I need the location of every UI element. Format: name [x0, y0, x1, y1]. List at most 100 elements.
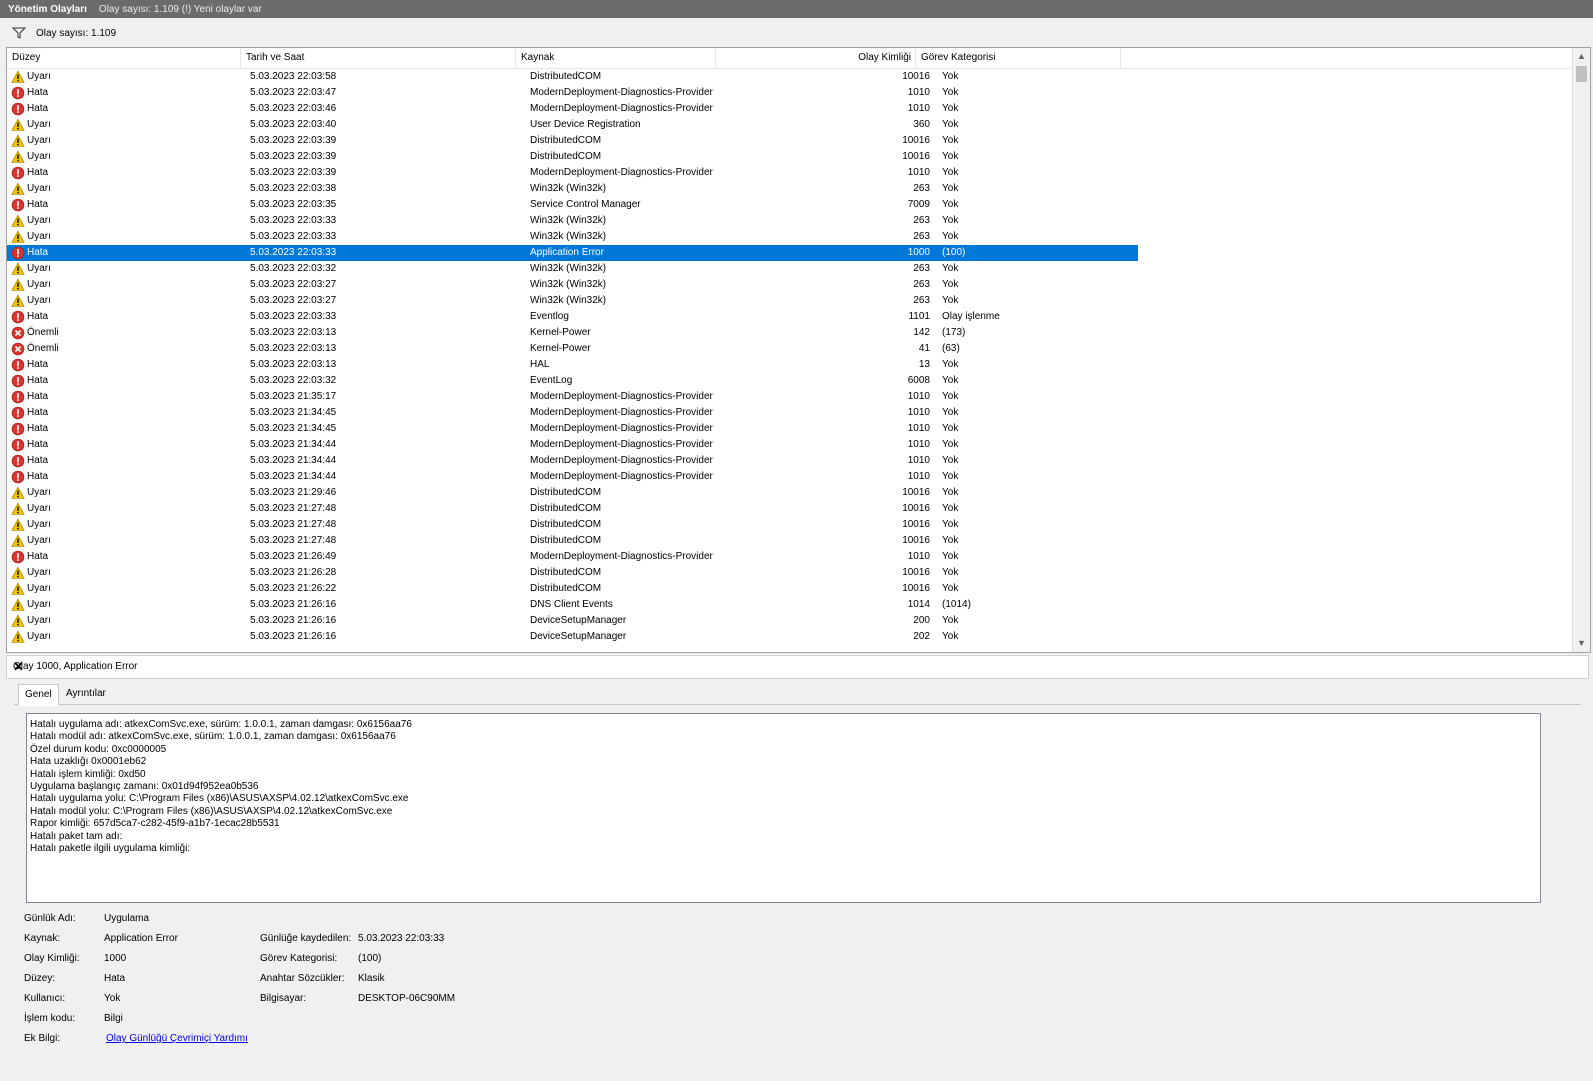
- tab-details[interactable]: Ayrıntılar: [60, 684, 112, 704]
- table-row[interactable]: Hata 5.03.2023 21:35:17 ModernDeployment-D…: [7, 389, 1572, 405]
- table-row[interactable]: Uyarı 5.03.2023 22:03:58 DistributedCOM 100…: [7, 69, 1572, 85]
- level-text: Hata: [27, 87, 49, 98]
- row-datetime: 5.03.2023 21:29:46: [250, 487, 337, 498]
- opcode-label: İşlem kodu:: [24, 1013, 76, 1024]
- filter-icon[interactable]: [12, 26, 26, 40]
- error-icon: [11, 390, 27, 404]
- table-row[interactable]: Hata 5.03.2023 21:34:44 ModernDeployment-D…: [7, 437, 1572, 453]
- table-row[interactable]: Hata 5.03.2023 22:03:33 Eventlog 1101 Olay i…: [7, 309, 1572, 325]
- row-level: Uyarı: [11, 501, 241, 517]
- table-row[interactable]: Uyarı 5.03.2023 21:26:16 DeviceSetupManage…: [7, 613, 1572, 629]
- table-row[interactable]: Hata 5.03.2023 22:03:39 ModernDeployment-D…: [7, 165, 1572, 181]
- warning-icon: [11, 518, 27, 532]
- table-row[interactable]: Uyarı 5.03.2023 22:03:27 Win32k (Win32k) 26…: [7, 293, 1572, 309]
- error-icon: [11, 246, 27, 260]
- table-row[interactable]: Uyarı 5.03.2023 21:26:22 DistributedCOM 100…: [7, 581, 1572, 597]
- description-line: Hatalı paket tam adı:: [30, 830, 123, 842]
- row-level: Uyarı: [11, 149, 241, 165]
- scroll-up-icon[interactable]: ▲: [1573, 48, 1590, 65]
- error-icon: [11, 374, 27, 388]
- warning-icon: [11, 134, 27, 148]
- row-datetime: 5.03.2023 22:03:32: [250, 375, 337, 386]
- row-level: Hata: [11, 437, 241, 453]
- level-text: Hata: [27, 247, 49, 258]
- warning-icon: [11, 182, 27, 196]
- critical-icon: [11, 342, 27, 356]
- row-source: ModernDeployment-Diagnostics-Provider: [530, 391, 713, 402]
- table-row[interactable]: Hata 5.03.2023 22:03:46 ModernDeployment-D…: [7, 101, 1572, 117]
- row-event-id: 10016: [902, 583, 930, 594]
- general-tab-panel: Hatalı uygulama adı: atkexComSvc.exe, sü…: [14, 704, 1581, 1081]
- row-source: Kernel-Power: [530, 343, 591, 354]
- table-row[interactable]: Hata 5.03.2023 21:34:44 ModernDeployment-D…: [7, 469, 1572, 485]
- table-row[interactable]: Uyarı 5.03.2023 21:27:48 DistributedCOM 100…: [7, 533, 1572, 549]
- row-datetime: 5.03.2023 21:34:44: [250, 471, 337, 482]
- row-datetime: 5.03.2023 21:34:45: [250, 423, 337, 434]
- event-detail-pane: Olay 1000, Application Error ✕ Genel Ayr…: [6, 655, 1589, 1081]
- level-text: Uyarı: [27, 279, 51, 290]
- table-row[interactable]: Hata 5.03.2023 21:34:45 ModernDeployment-D…: [7, 405, 1572, 421]
- column-source[interactable]: Kaynak: [516, 48, 716, 68]
- table-row[interactable]: Uyarı 5.03.2023 22:03:39 DistributedCOM 100…: [7, 149, 1572, 165]
- level-value: Hata: [104, 973, 126, 984]
- row-level: Önemli: [11, 341, 241, 357]
- warning-icon: [11, 502, 27, 516]
- table-row[interactable]: Hata 5.03.2023 21:34:45 ModernDeployment-D…: [7, 421, 1572, 437]
- close-icon[interactable]: ✕: [13, 659, 1580, 675]
- scroll-thumb[interactable]: [1576, 66, 1587, 82]
- table-row[interactable]: Önemli 5.03.2023 22:03:13 Kernel-Power 41 (6…: [7, 341, 1572, 357]
- warning-icon: [11, 262, 27, 276]
- level-text: Uyarı: [27, 215, 51, 226]
- warning-icon: [11, 582, 27, 596]
- online-help-link[interactable]: Olay Günlüğü Çevrimiçi Yardımı: [106, 1033, 248, 1044]
- column-level[interactable]: Düzey: [7, 48, 241, 68]
- table-row-selected[interactable]: Hata 5.03.2023 22:03:33 Application Error 1…: [7, 245, 1138, 261]
- table-row[interactable]: Uyarı 5.03.2023 22:03:38 Win32k (Win32k) 26…: [7, 181, 1572, 197]
- row-datetime: 5.03.2023 21:34:45: [250, 407, 337, 418]
- log-name-value: Uygulama: [104, 913, 150, 924]
- table-row[interactable]: Uyarı 5.03.2023 22:03:33 Win32k (Win32k) 26…: [7, 229, 1572, 245]
- level-text: Uyarı: [27, 183, 51, 194]
- column-task-category[interactable]: Görev Kategorisi: [916, 48, 1121, 68]
- table-row[interactable]: Hata 5.03.2023 22:03:13 HAL 13 Yok: [7, 357, 1572, 373]
- event-description[interactable]: Hatalı uygulama adı: atkexComSvc.exe, sü…: [26, 713, 1541, 903]
- table-row[interactable]: Hata 5.03.2023 21:26:49 ModernDeployment-D…: [7, 549, 1572, 565]
- table-row[interactable]: Uyarı 5.03.2023 22:03:32 Win32k (Win32k) 26…: [7, 261, 1572, 277]
- table-row[interactable]: Uyarı 5.03.2023 21:27:48 DistributedCOM 100…: [7, 517, 1572, 533]
- row-event-id: 263: [913, 295, 930, 306]
- table-row[interactable]: Hata 5.03.2023 22:03:35 Service Control Ma…: [7, 197, 1572, 213]
- row-event-id: 1101: [908, 311, 930, 322]
- table-row[interactable]: Önemli 5.03.2023 22:03:13 Kernel-Power 142 (…: [7, 325, 1572, 341]
- error-icon: [11, 102, 27, 116]
- logged-value: 5.03.2023 22:03:33: [358, 933, 445, 944]
- column-datetime[interactable]: Tarih ve Saat: [241, 48, 516, 68]
- level-text: Uyarı: [27, 519, 51, 530]
- row-event-id: 263: [913, 183, 930, 194]
- row-task-category: Yok: [942, 407, 959, 418]
- row-task-category: Yok: [942, 183, 959, 194]
- table-row[interactable]: Hata 5.03.2023 22:03:47 ModernDeployment-D…: [7, 85, 1572, 101]
- table-row[interactable]: Uyarı 5.03.2023 22:03:33 Win32k (Win32k) 26…: [7, 213, 1572, 229]
- row-datetime: 5.03.2023 21:26:28: [250, 567, 337, 578]
- column-event-id[interactable]: Olay Kimliği: [716, 48, 916, 68]
- tab-general[interactable]: Genel: [18, 684, 59, 706]
- row-source: DNS Client Events: [530, 599, 613, 610]
- table-row[interactable]: Uyarı 5.03.2023 22:03:39 DistributedCOM 100…: [7, 133, 1572, 149]
- table-row[interactable]: Uyarı 5.03.2023 21:26:16 DNS Client Events…: [7, 597, 1572, 613]
- event-list[interactable]: Düzey Tarih ve Saat Kaynak Olay Kimliği …: [6, 47, 1591, 653]
- row-event-id: 10016: [902, 535, 930, 546]
- row-datetime: 5.03.2023 22:03:13: [250, 327, 337, 338]
- table-row[interactable]: Hata 5.03.2023 21:34:44 ModernDeployment-D…: [7, 453, 1572, 469]
- scroll-down-icon[interactable]: ▼: [1573, 635, 1590, 652]
- table-row[interactable]: Uyarı 5.03.2023 21:26:16 DeviceSetupManage…: [7, 629, 1572, 645]
- table-row[interactable]: Uyarı 5.03.2023 21:27:48 DistributedCOM 100…: [7, 501, 1572, 517]
- table-row[interactable]: Uyarı 5.03.2023 21:26:28 DistributedCOM 100…: [7, 565, 1572, 581]
- vertical-scrollbar[interactable]: ▲ ▼: [1572, 48, 1590, 652]
- table-row[interactable]: Uyarı 5.03.2023 22:03:40 User Device Regis…: [7, 117, 1572, 133]
- warning-icon: [11, 294, 27, 308]
- table-row[interactable]: Hata 5.03.2023 22:03:32 EventLog 6008 Yok: [7, 373, 1572, 389]
- table-row[interactable]: Uyarı 5.03.2023 22:03:27 Win32k (Win32k) 26…: [7, 277, 1572, 293]
- table-row[interactable]: Uyarı 5.03.2023 21:29:46 DistributedCOM 100…: [7, 485, 1572, 501]
- description-line: Hatalı işlem kimliği: 0xd50: [30, 768, 146, 780]
- warning-icon: [11, 278, 27, 292]
